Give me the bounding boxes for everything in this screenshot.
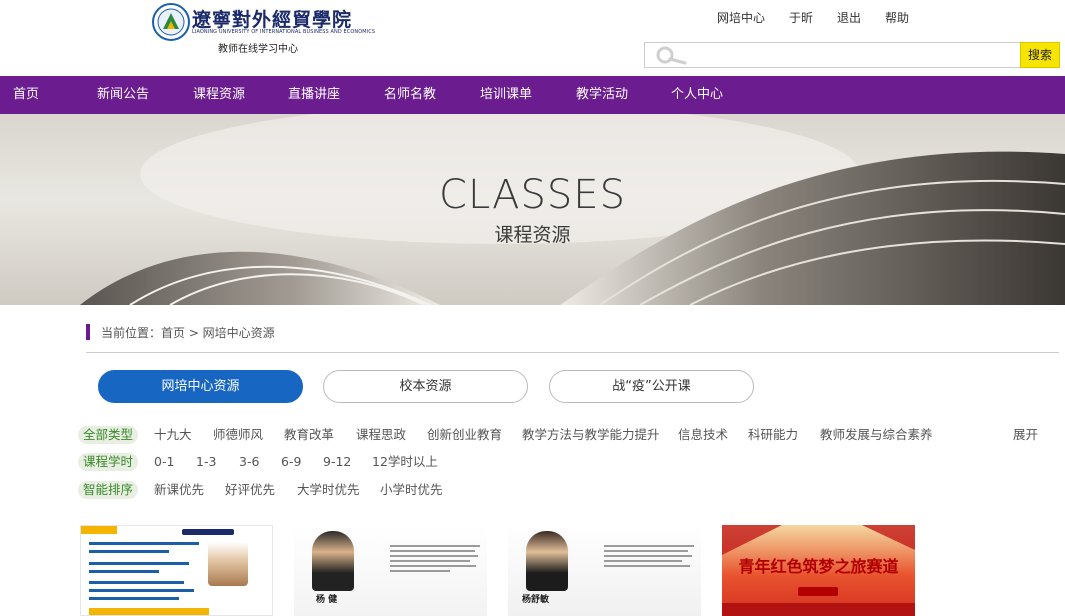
link-help[interactable]: 帮助 [885,9,909,26]
sort-option[interactable]: 好评优先 [225,481,275,499]
nav-item-live[interactable]: 直播讲座 [288,76,340,114]
filter-option[interactable]: 课程思政 [356,426,406,444]
nav-item-home[interactable]: 首页 [13,76,39,114]
nav-item-teachers[interactable]: 名师名教 [384,76,436,114]
logo-chinese-name: 遼寧對外經貿學院 [192,9,353,31]
poster-badge [798,587,838,596]
divider [86,352,1059,353]
thumbnail-text-line [89,581,184,584]
thumbnail-text-line [89,542,199,545]
expand-filters-link[interactable]: 展开 [1013,426,1038,444]
search-icon [656,46,687,65]
filter-option[interactable]: 师德师风 [213,426,263,444]
filter-label-smart-sort[interactable]: 智能排序 [78,481,139,499]
course-card[interactable]: 杨 健 [294,525,487,616]
filter-option[interactable]: 0-1 [154,453,174,471]
banner: CLASSES 课程资源 [0,114,1065,305]
poster-title: 青年红色筑梦之旅赛道 [738,557,899,576]
thumbnail-logo [182,529,234,535]
lecturer-name: 杨 健 [316,595,338,605]
university-emblem-icon [152,3,190,41]
thumbnail-tag [81,526,117,534]
filter-option[interactable]: 6-9 [281,453,301,471]
filter-option[interactable]: 教学方法与教学能力提升 [522,426,660,444]
thumbnail-text-line [89,550,169,553]
lecturer-name: 杨舒敏 [522,595,550,605]
tab-epidemic-open-courses[interactable]: 战“疫”公开课 [549,370,754,403]
search-input[interactable] [701,45,1019,65]
tab-training-center-resources[interactable]: 网培中心资源 [98,370,303,403]
filter-option[interactable]: 9-12 [323,453,351,471]
sort-option[interactable]: 新课优先 [154,481,204,499]
banner-title: CLASSES [439,172,626,218]
breadcrumb-text: 当前位置：首页 > 网培中心资源 [101,326,275,340]
thumbnail-text-line [89,589,194,592]
sort-option[interactable]: 小学时优先 [380,481,443,499]
nav-item-courses[interactable]: 课程资源 [193,76,245,114]
filter-option[interactable]: 3-6 [239,453,259,471]
filter-option[interactable]: 1-3 [196,453,216,471]
filter-option[interactable]: 教育改革 [284,426,334,444]
nav-item-training[interactable]: 培训课单 [480,76,532,114]
filter-option[interactable]: 信息技术 [678,426,728,444]
banner-subtitle: 课程资源 [494,224,571,246]
course-card[interactable]: 杨舒敏 [508,525,701,616]
link-username[interactable]: 于昕 [789,9,813,26]
nav-item-profile[interactable]: 个人中心 [671,76,723,114]
thumbnail-text-line [89,562,189,565]
thumbnail-text-line [89,570,159,573]
sort-option[interactable]: 大学时优先 [297,481,360,499]
search-button[interactable]: 搜索 [1020,42,1060,68]
course-card[interactable] [80,525,273,616]
search-box: 搜索 [644,42,1060,68]
top-links: 网培中心 于昕 退出 帮助 [717,9,933,26]
lecturer-photo [208,542,248,586]
header: 遼寧對外經貿學院 LIAONING UNIVERSITY OF INTERNAT… [0,0,1065,76]
filter-option[interactable]: 12学时以上 [372,453,438,471]
nav-item-activities[interactable]: 教学活动 [576,76,628,114]
site-subtitle: 教师在线学习中心 [218,44,298,55]
link-logout[interactable]: 退出 [837,9,861,26]
filter-option[interactable]: 创新创业教育 [427,426,502,444]
main-nav: 首页 新闻公告 课程资源 直播讲座 名师名教 培训课单 教学活动 个人中心 [0,76,1065,114]
thumbnail-text-block [390,545,480,575]
thumbnail-footer-bar [89,608,209,615]
filter-label-course-hours[interactable]: 课程学时 [78,453,139,471]
lecturer-photo [526,531,568,591]
filter-option[interactable]: 科研能力 [748,426,798,444]
link-training-center[interactable]: 网培中心 [717,9,765,26]
nav-item-news[interactable]: 新闻公告 [97,76,149,114]
lecturer-photo [312,531,354,591]
tab-school-resources[interactable]: 校本资源 [323,370,528,403]
logo-english-name: LIAONING UNIVERSITY OF INTERNATIONAL BUS… [192,29,376,35]
filter-option[interactable]: 十九大 [154,426,192,444]
filter-option[interactable]: 教师发展与综合素养 [820,426,933,444]
thumbnail-text-line [89,597,179,600]
thumbnail-text-block [604,545,694,570]
filter-label-all-types[interactable]: 全部类型 [78,426,139,444]
breadcrumb-marker [86,324,90,340]
course-card[interactable]: 青年红色筑梦之旅赛道 [722,525,915,616]
